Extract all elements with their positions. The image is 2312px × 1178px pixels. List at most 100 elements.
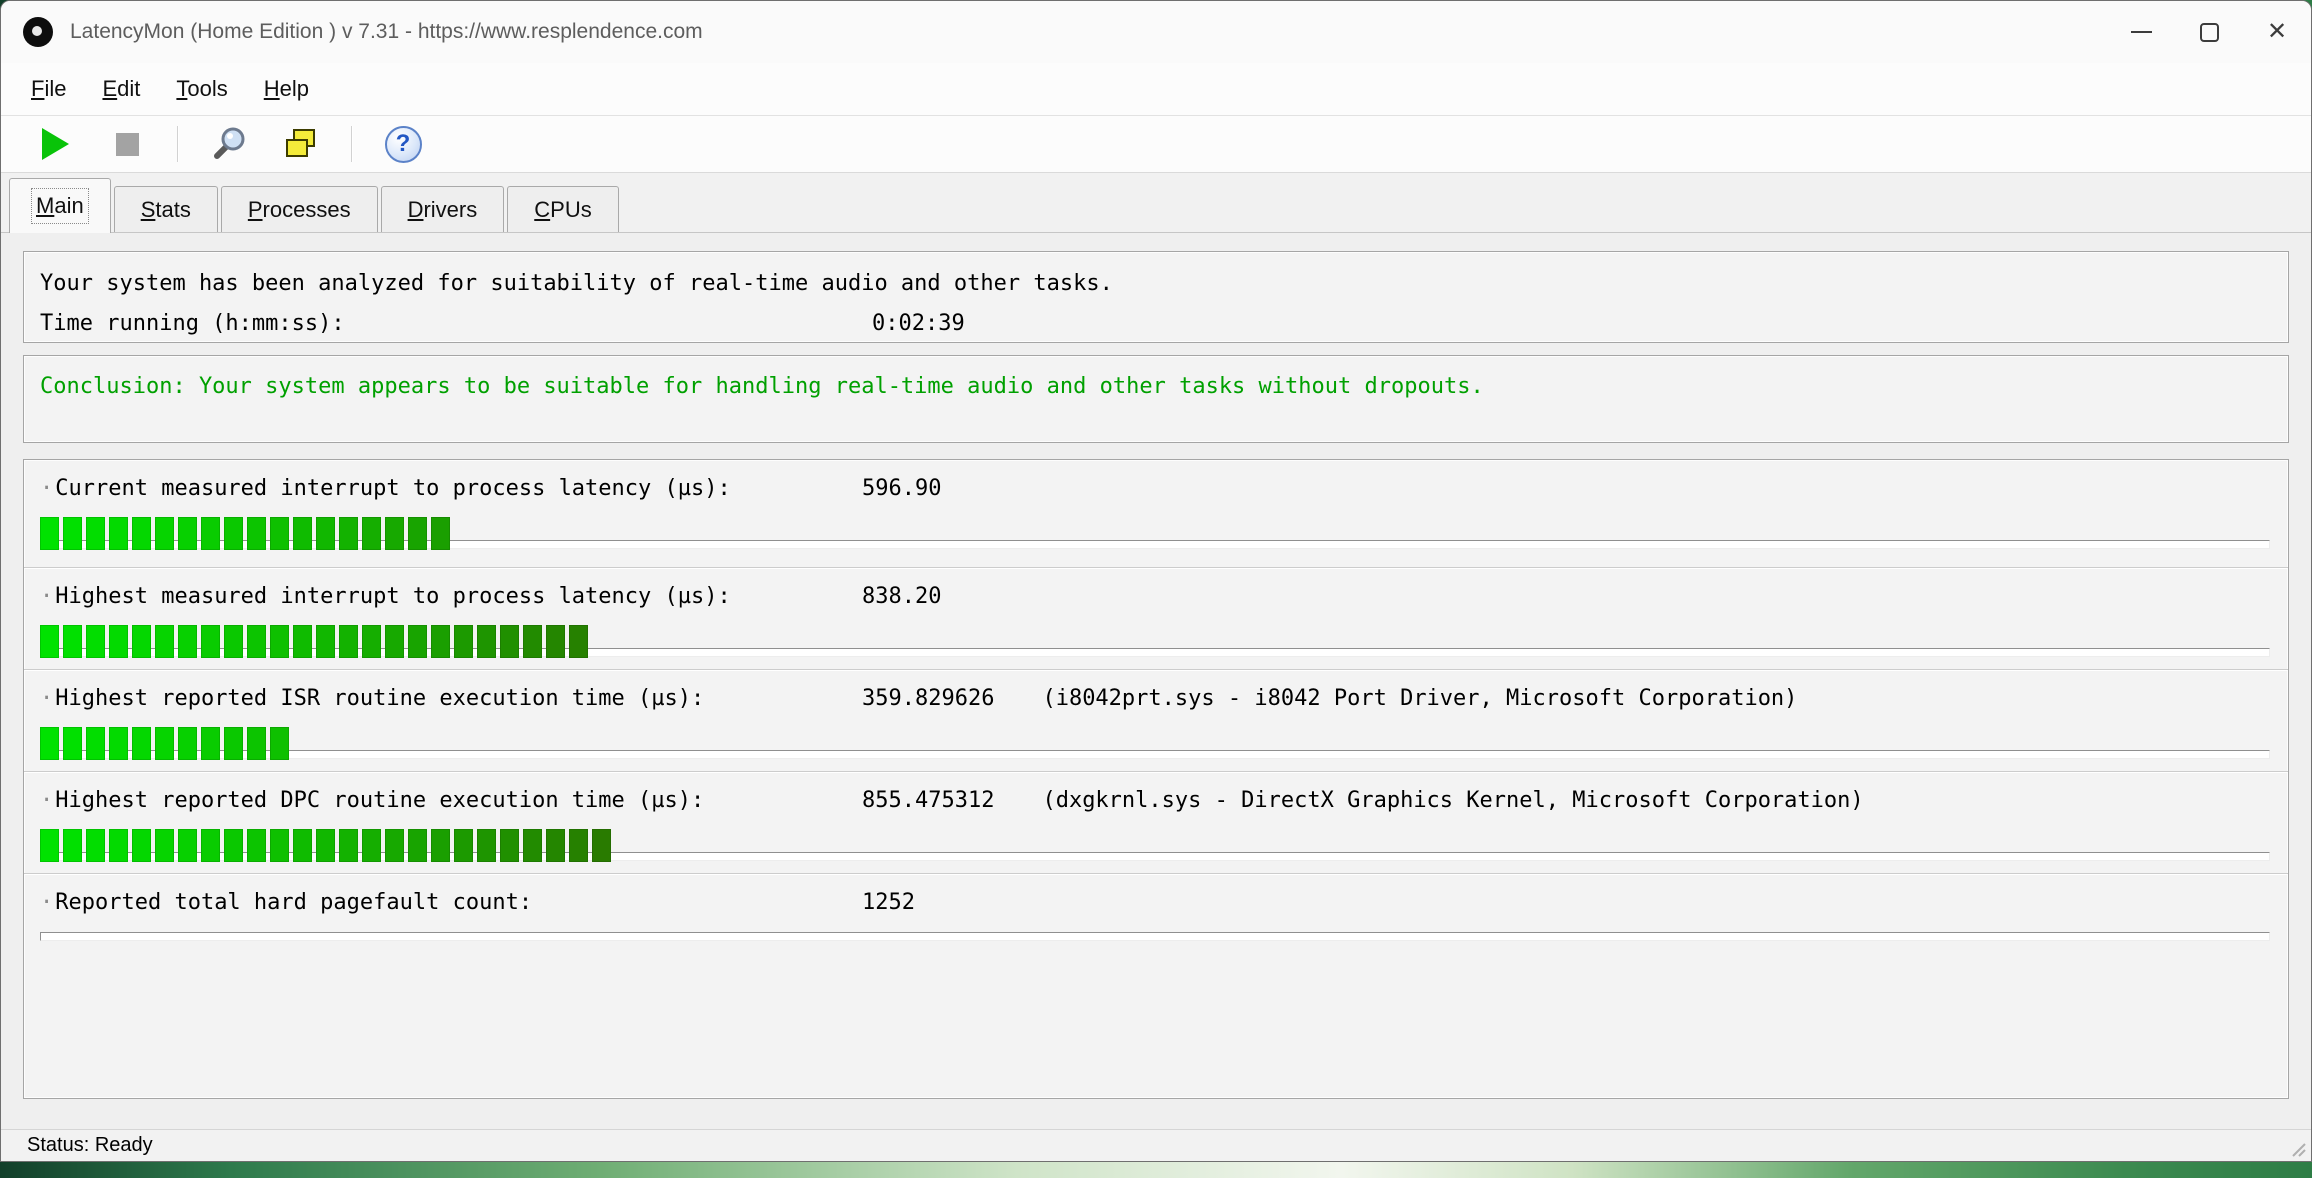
help-button[interactable]: ? [381,122,425,166]
minimize-button[interactable] [2107,1,2175,63]
bar-segment [178,517,197,550]
tab-cpus[interactable]: CPUs [507,186,618,232]
metric-row: ·Highest measured interrupt to process l… [24,567,2288,669]
bar-segment [339,517,358,550]
metric-label-wrap: ·Highest reported DPC routine execution … [40,788,862,814]
bar-segment [132,625,151,658]
tabbar: Main Stats Processes Drivers CPUs [1,173,2311,233]
bar-segment [408,829,427,862]
bar-segments [40,829,611,862]
metric-bullet: · [40,890,53,915]
bar-segments [40,727,289,760]
bar-segment [178,829,197,862]
bar-segment [293,517,312,550]
metric-label-wrap: ·Highest reported ISR routine execution … [40,686,862,712]
bar-segment [546,625,565,658]
analyze-button[interactable] [207,122,251,166]
bar-track [40,750,2270,759]
bar-segment [293,625,312,658]
bar-segment [339,829,358,862]
metric-line: ·Highest measured interrupt to process l… [40,584,2272,610]
bar-segment [592,829,611,862]
stop-monitor-button[interactable] [105,122,149,166]
bar-segment [316,517,335,550]
bar-segment [40,517,59,550]
metric-label: Highest reported ISR routine execution t… [55,686,704,711]
bar-segment [178,727,197,760]
tab-processes[interactable]: Processes [221,186,378,232]
menu-item-tools[interactable]: Tools [158,70,245,108]
help-icon: ? [385,126,422,163]
bar-segment [270,829,289,862]
bar-segment [63,727,82,760]
resize-grip[interactable] [2287,1138,2307,1158]
bar-segment [362,517,381,550]
menu-item-help[interactable]: Help [246,70,327,108]
app-icon [23,17,53,47]
bar-segment [109,625,128,658]
metric-bullet: · [40,584,53,609]
metric-line: ·Reported total hard pagefault count: 12… [40,890,2272,916]
bar-segments [40,625,588,658]
metric-label: Highest measured interrupt to process la… [55,584,731,609]
metric-label: Highest reported DPC routine execution t… [55,788,704,813]
bar-segment [316,829,335,862]
bar-segment [523,829,542,862]
maximize-button[interactable] [2175,1,2243,63]
start-monitor-button[interactable] [33,122,77,166]
bar-segment [224,625,243,658]
bar-segment [431,625,450,658]
bar-segment [385,829,404,862]
tab-label: Main [36,193,84,219]
titlebar: LatencyMon (Home Edition ) v 7.31 - http… [1,1,2311,63]
bar-segment [201,829,220,862]
bar-segment [523,625,542,658]
bar-segment [132,727,151,760]
tab-drivers[interactable]: Drivers [381,186,505,232]
statusbar: Status: Ready [1,1129,2311,1161]
tab-stats[interactable]: Stats [114,186,218,232]
report-button[interactable] [279,122,323,166]
desktop-background: LatencyMon (Home Edition ) v 7.31 - http… [0,0,2312,1178]
menu-item-file[interactable]: File [13,70,84,108]
bar-segment [132,517,151,550]
menu-item-edit[interactable]: Edit [84,70,158,108]
bar-segment [40,625,59,658]
metric-line: ·Highest reported ISR routine execution … [40,686,2272,712]
stop-icon [116,133,139,156]
metric-value: 1252 [862,890,915,916]
metric-bullet: · [40,788,53,813]
metric-label: Current measured interrupt to process la… [55,476,731,501]
summary-line: Your system has been analyzed for suitab… [40,264,2272,304]
close-button[interactable]: ✕ [2243,1,2311,63]
bar-segment [63,625,82,658]
bar-segment [339,625,358,658]
bar-segments [40,517,450,550]
bar-segment [109,829,128,862]
bar-segment [201,625,220,658]
bar-segment [385,517,404,550]
bar-segment [569,625,588,658]
bar-segment [569,829,588,862]
status-text: Status: Ready [27,1134,153,1157]
bar-track [40,932,2270,941]
bar-segment [247,625,266,658]
tab-label: Stats [141,197,191,223]
bar-segment [155,625,174,658]
copy-pages-icon [282,125,320,163]
bar-segment [270,517,289,550]
bar-segment [201,517,220,550]
bar-segment [477,625,496,658]
conclusion-text: Conclusion: Your system appears to be su… [40,374,1484,399]
metric-bar [40,826,2272,862]
bar-segment [86,517,105,550]
play-icon [42,128,69,160]
tab-main[interactable]: Main [9,178,111,233]
tab-label: Drivers [408,197,478,223]
bar-segment [454,829,473,862]
app-window: LatencyMon (Home Edition ) v 7.31 - http… [0,0,2312,1162]
tab-label: Processes [248,197,351,223]
bar-segment [155,727,174,760]
metric-extra: (i8042prt.sys - i8042 Port Driver, Micro… [1042,686,1797,712]
metric-value: 838.20 [862,584,941,610]
